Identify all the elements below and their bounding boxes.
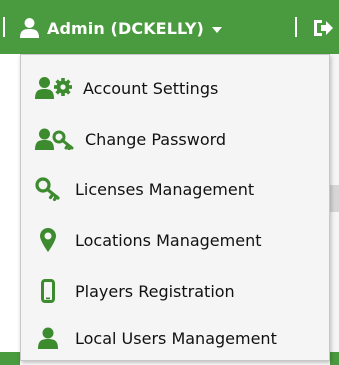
top-navigation-bar: Admin (DCKELLY): [0, 0, 339, 54]
menu-item-label: Account Settings: [83, 78, 219, 98]
menu-item-local-users-management[interactable]: Local Users Management: [21, 317, 329, 359]
nav-separator: [295, 17, 297, 37]
menu-item-locations-management[interactable]: Locations Management: [21, 219, 329, 261]
user-menu-toggle[interactable]: Admin (DCKELLY): [19, 10, 222, 46]
key-icon: [21, 168, 75, 210]
menu-item-label: Local Users Management: [75, 328, 277, 348]
user-icon: [21, 317, 75, 359]
user-key-icon: [21, 118, 85, 160]
page-footer-bar: [0, 352, 20, 365]
page-footer-bar: [330, 352, 339, 365]
chevron-down-icon: [211, 27, 222, 33]
menu-item-account-settings[interactable]: Account Settings: [21, 67, 329, 109]
map-marker-icon: [21, 219, 75, 261]
sign-out-icon[interactable]: [312, 17, 334, 39]
user-dropdown-menu: Account Settings Change Password License…: [20, 54, 330, 361]
page-band: [330, 185, 339, 212]
user-menu-label: Admin (DCKELLY): [47, 18, 204, 38]
menu-item-licenses-management[interactable]: Licenses Management: [21, 168, 329, 210]
nav-separator: [3, 17, 5, 37]
page-background: [330, 54, 339, 365]
mobile-phone-icon: [21, 270, 75, 312]
menu-item-label: Licenses Management: [75, 179, 255, 199]
user-icon: [20, 18, 39, 38]
app-screen: Admin (DCKELLY) Account Settings Change …: [0, 0, 339, 365]
menu-item-change-password[interactable]: Change Password: [21, 118, 329, 160]
menu-item-label: Locations Management: [75, 230, 262, 250]
user-gear-icon: [21, 67, 83, 109]
menu-item-players-registration[interactable]: Players Registration: [21, 270, 329, 312]
menu-item-label: Players Registration: [75, 281, 235, 301]
menu-item-label: Change Password: [85, 129, 227, 149]
